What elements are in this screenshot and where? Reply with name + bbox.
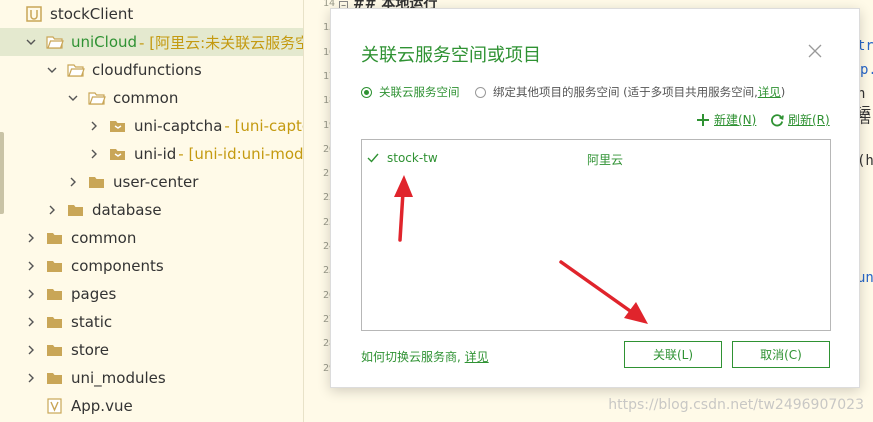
tree-item-uni-id[interactable]: uni-id- [uni-id:uni-module] bbox=[0, 140, 304, 168]
tree-item-label: pages bbox=[71, 285, 117, 303]
tree-item-label: cloudfunctions bbox=[92, 61, 202, 79]
chevron-right-icon[interactable] bbox=[67, 176, 79, 188]
folder-icon bbox=[46, 230, 64, 246]
refresh-icon bbox=[771, 113, 784, 126]
watermark: https://blog.csdn.net/tw2496907023 bbox=[608, 397, 864, 413]
folder-icon bbox=[46, 342, 64, 358]
close-icon[interactable] bbox=[807, 43, 823, 59]
chevron-right-icon[interactable] bbox=[25, 344, 37, 356]
tree-item-stockclient[interactable]: stockClient bbox=[0, 0, 303, 28]
tree-item-pages[interactable]: pages bbox=[0, 280, 303, 308]
project-tree: stockClient uniCloud- [阿里云:未关联云服务空间] cloud… bbox=[0, 0, 304, 422]
tree-item-cloudfunctions[interactable]: cloudfunctions bbox=[0, 56, 303, 84]
chevron-right-icon[interactable] bbox=[88, 120, 100, 132]
chevron-down-icon[interactable] bbox=[25, 36, 37, 48]
tree-item-label: stockClient bbox=[50, 5, 134, 23]
tree-item-label: components bbox=[71, 257, 164, 275]
tree-item-label: user-center bbox=[113, 173, 199, 191]
tree-item-suffix: - [uni-id:uni-module] bbox=[178, 145, 304, 163]
refresh-button[interactable]: 刷新(R) bbox=[769, 111, 830, 128]
tree-item-common[interactable]: common bbox=[0, 224, 303, 252]
chevron-right-icon[interactable] bbox=[25, 316, 37, 328]
chevron-right-icon[interactable] bbox=[25, 260, 37, 272]
tree-item-uni-captcha[interactable]: uni-captcha- [uni-captcha] bbox=[0, 112, 303, 140]
radio-link-space-label: 关联云服务空间 bbox=[379, 85, 460, 99]
tree-item-label: common bbox=[113, 89, 179, 107]
link-button[interactable]: 关联(L) bbox=[624, 341, 722, 368]
new-space-button[interactable]: 新建(N) bbox=[695, 111, 756, 128]
cancel-button[interactable]: 取消(C) bbox=[732, 341, 830, 368]
new-space-label: 新建(N) bbox=[714, 113, 757, 127]
chevron-right-icon[interactable] bbox=[25, 372, 37, 384]
tree-item-label: App.vue bbox=[71, 397, 133, 415]
tree-item-user-center[interactable]: user-center bbox=[0, 168, 303, 196]
folder-icon bbox=[46, 314, 64, 330]
switch-provider-hint: 如何切换云服务商, 详见 bbox=[361, 348, 489, 365]
chevron-down-icon[interactable] bbox=[67, 92, 79, 104]
chevron-right-icon[interactable] bbox=[46, 204, 58, 216]
project-icon bbox=[25, 6, 43, 22]
check-icon bbox=[367, 153, 379, 163]
link-cloud-space-dialog: 关联云服务空间或项目 关联云服务空间 绑定其他项目的服务空间 (适于多项目共用服… bbox=[330, 8, 860, 388]
chevron-right-icon[interactable] bbox=[25, 232, 37, 244]
tree-item-static[interactable]: static bbox=[0, 308, 303, 336]
tree-item-label: store bbox=[71, 341, 109, 359]
bind-other-details-link[interactable]: 详见 bbox=[758, 84, 781, 100]
switch-provider-link[interactable]: 详见 bbox=[465, 350, 489, 364]
tree-item-label: uniCloud bbox=[71, 33, 138, 51]
chevron-right-icon[interactable] bbox=[88, 148, 100, 160]
radio-link-space[interactable]: 关联云服务空间 bbox=[361, 84, 460, 100]
folder-icon bbox=[46, 286, 64, 302]
space-provider: 阿里云 bbox=[587, 153, 624, 167]
tree-item-label: uni-id bbox=[134, 145, 177, 163]
radio-bind-other-label: 绑定其他项目的服务空间 (适于多项目共用服务空间, bbox=[493, 85, 758, 99]
chevron-down-icon[interactable] bbox=[46, 64, 58, 76]
tree-item-label: static bbox=[71, 313, 113, 331]
open-folder-icon bbox=[88, 90, 106, 106]
folder-icon bbox=[88, 174, 106, 190]
tree-item-suffix: - [阿里云:未关联云服务空间] bbox=[139, 33, 303, 52]
tree-item-database[interactable]: database bbox=[0, 196, 303, 224]
chevron-right-icon[interactable] bbox=[25, 288, 37, 300]
radio-selected-icon bbox=[361, 86, 372, 98]
tree-item-app-vue[interactable]: App.vue bbox=[0, 392, 303, 420]
list-item[interactable]: stock-tw 阿里云 bbox=[363, 144, 829, 172]
open-folder-icon bbox=[67, 62, 85, 78]
tree-item-label: database bbox=[92, 201, 162, 219]
radio-unselected-icon bbox=[475, 86, 486, 98]
switch-provider-text: 如何切换云服务商, bbox=[361, 350, 465, 364]
refresh-label: 刷新(R) bbox=[788, 113, 830, 127]
radio-bind-other[interactable]: 绑定其他项目的服务空间 (适于多项目共用服务空间, 详见 ) bbox=[475, 84, 785, 100]
tree-item-label: common bbox=[71, 229, 137, 247]
tree-item-uni-modules[interactable]: uni_modules bbox=[0, 364, 303, 392]
folder-icon bbox=[46, 258, 64, 274]
tree-item-label: uni_modules bbox=[71, 369, 166, 387]
dialog-title: 关联云服务空间或项目 bbox=[361, 45, 541, 66]
module-folder-icon bbox=[109, 118, 127, 134]
tree-item-label: uni-captcha bbox=[134, 117, 223, 135]
code-fragment: p. bbox=[860, 62, 873, 78]
tree-item-components[interactable]: components bbox=[0, 252, 303, 280]
plus-icon bbox=[697, 113, 709, 126]
radio-bind-other-end: ) bbox=[780, 85, 786, 99]
tree-item-unicloud[interactable]: uniCloud- [阿里云:未关联云服务空间] bbox=[0, 28, 303, 56]
cloud-folder-icon bbox=[46, 34, 64, 50]
folder-icon bbox=[67, 202, 85, 218]
space-name: stock-tw bbox=[387, 151, 438, 165]
folder-icon bbox=[46, 370, 64, 386]
module-folder-icon bbox=[109, 146, 127, 162]
tree-item-common[interactable]: common bbox=[0, 84, 303, 112]
vue-file-icon bbox=[46, 398, 64, 414]
tree-item-store[interactable]: store bbox=[0, 336, 303, 364]
tree-item-suffix: - [uni-captcha] bbox=[224, 117, 303, 135]
cloud-space-list: stock-tw 阿里云 bbox=[361, 139, 831, 331]
